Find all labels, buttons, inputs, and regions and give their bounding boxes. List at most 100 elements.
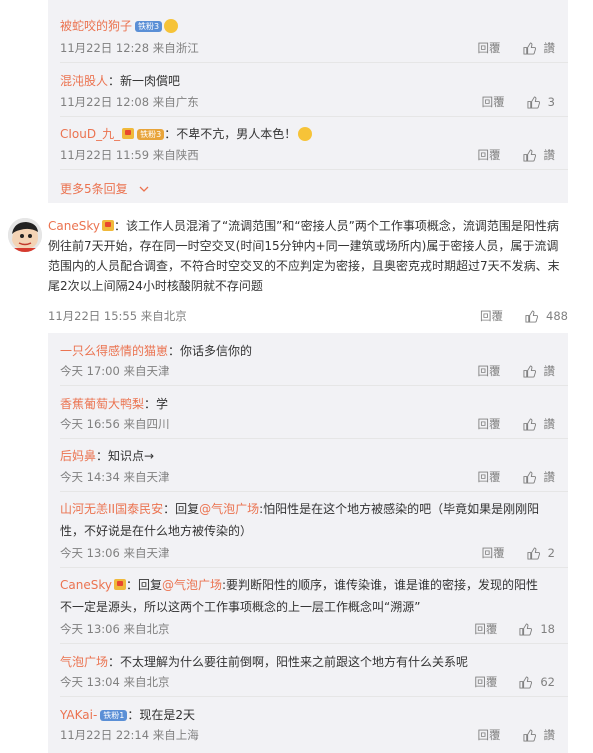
divider: [60, 491, 568, 492]
reply-button[interactable]: 回覆: [478, 469, 501, 485]
divider: [60, 696, 568, 697]
divider: [60, 169, 568, 170]
comment-body: CaneSky ：该工作人员混淆了“流调范围”和“密接人员”两个工作事项概念，流调…: [48, 216, 568, 296]
like-count: 讚: [543, 148, 556, 162]
thumbs-up-icon[interactable]: [522, 728, 536, 742]
reply-meta: 今天 17:00 来自天津: [60, 364, 170, 378]
reply-prefix: ：回复: [163, 502, 200, 516]
cartoon-avatar-icon: [8, 218, 42, 252]
avatar[interactable]: [8, 218, 42, 252]
thumbs-up-icon[interactable]: [522, 417, 536, 431]
reply-actions: 回覆 18: [474, 621, 555, 637]
reply-text: ：不太理解为什么要往前倒啊，阳性来之前跟这个地方有什么关系呢: [108, 655, 469, 669]
username[interactable]: 山河无恙II国泰民安: [60, 502, 163, 516]
reply-button[interactable]: 回覆: [482, 545, 505, 561]
username[interactable]: CIouD_九_: [60, 127, 120, 141]
like-count: 62: [540, 675, 555, 689]
reply-meta: 今天 13:04 来自北京: [60, 675, 170, 689]
reply-header: 被蛇咬的狗子 铁粉3: [60, 17, 179, 34]
laugh-emoji-icon: [298, 127, 313, 141]
reply-text: ：知识点→: [96, 449, 155, 463]
chevron-down-icon: [140, 186, 149, 192]
username[interactable]: 混沌股人: [60, 74, 108, 88]
username[interactable]: 香蕉葡萄大鸭梨: [60, 397, 144, 411]
divider: [60, 438, 568, 439]
reply-meta: 今天 16:56 来自四川: [60, 417, 170, 431]
reply-button[interactable]: 回覆: [478, 416, 501, 432]
dog-emoji-icon: [164, 19, 179, 33]
thumbs-up-icon[interactable]: [519, 622, 533, 636]
reply-meta: 11月22日 22:14 来自上海: [60, 728, 199, 742]
reply-button[interactable]: 回覆: [482, 94, 505, 110]
reply-body: CaneSky ：回复@气泡广场:要判断阳性的顺序，谁传染谁，谁是谁的密接，发现的…: [60, 574, 550, 618]
reply-header: 一只么得感情的猫崽：你话多信你的: [60, 342, 252, 359]
reply-button[interactable]: 回覆: [478, 363, 501, 379]
divider: [60, 62, 568, 63]
divider: [60, 116, 568, 117]
reply-header: 后妈鼻：知识点→: [60, 447, 154, 464]
like-count: 2: [547, 546, 555, 560]
thumbs-up-icon[interactable]: [519, 675, 533, 689]
reply-actions: 回覆 讚: [478, 363, 556, 379]
like-count: 讚: [543, 364, 556, 378]
username[interactable]: 气泡广场: [60, 655, 108, 669]
reply-header: 香蕉葡萄大鸭梨：学: [60, 395, 168, 412]
reply-button[interactable]: 回覆: [478, 727, 501, 743]
fan-badge: 铁粉3: [137, 129, 165, 140]
thumbs-up-icon[interactable]: [522, 364, 536, 378]
reply-meta: 今天 13:06 来自北京: [60, 622, 170, 636]
like-count: 讚: [543, 41, 556, 55]
reply-button[interactable]: 回覆: [474, 621, 497, 637]
reply-header: 混沌股人：新一肉償吧: [60, 72, 180, 89]
username[interactable]: CaneSky: [48, 219, 100, 233]
fan-badge: 铁粉3: [135, 21, 163, 32]
reply-meta: 11月22日 11:59 来自陕西: [60, 148, 199, 162]
more-replies-link[interactable]: 更多5条回复: [60, 180, 149, 197]
thumbs-up-icon[interactable]: [527, 546, 540, 560]
reply-text: ：现在是2天: [127, 708, 196, 722]
comment-actions: 回覆 488: [480, 308, 568, 324]
reply-button[interactable]: 回覆: [478, 40, 501, 56]
reply-button[interactable]: 回覆: [478, 147, 501, 163]
reply-header: YAKai- 铁粉1 ：现在是2天: [60, 706, 195, 723]
like-count: 讚: [543, 417, 556, 431]
username[interactable]: 后妈鼻: [60, 449, 96, 463]
reply-actions: 回覆 62: [474, 674, 555, 690]
reply-header: 气泡广场：不太理解为什么要往前倒啊，阳性来之前跟这个地方有什么关系呢: [60, 653, 468, 670]
reply-prefix: ：回复: [125, 578, 162, 592]
username[interactable]: CaneSky: [60, 578, 112, 592]
mention-link[interactable]: @气泡广场: [162, 578, 222, 592]
reply-button[interactable]: 回覆: [480, 308, 503, 324]
username[interactable]: 一只么得感情的猫崽: [60, 344, 168, 358]
like-count: 18: [540, 622, 555, 636]
reply-actions: 回覆 讚: [478, 416, 556, 432]
thumbs-up-icon[interactable]: [525, 309, 539, 323]
reply-actions: 回覆 讚: [478, 727, 556, 743]
divider: [60, 385, 568, 386]
reply-text: ：学: [144, 397, 169, 411]
vip-crown-icon: [101, 220, 114, 231]
divider: [60, 643, 568, 644]
reply-meta: 今天 14:34 来自天津: [60, 470, 170, 484]
reply-button[interactable]: 回覆: [474, 674, 497, 690]
thumbs-up-icon[interactable]: [522, 470, 536, 484]
reply-actions: 回覆 讚: [478, 469, 556, 485]
divider: [60, 567, 568, 568]
reply-actions: 回覆 2: [482, 545, 555, 561]
reply-meta: 11月22日 12:08 来自广东: [60, 95, 199, 109]
like-count: 3: [547, 95, 555, 109]
reply-actions: 回覆 讚: [478, 40, 556, 56]
reply-header: CIouD_九_ 铁粉3 ：不卑不亢，男人本色！: [60, 125, 313, 142]
like-count: 488: [546, 309, 568, 323]
username[interactable]: 被蛇咬的狗子: [60, 19, 132, 33]
comment-text: ：该工作人员混淆了“流调范围”和“密接人员”两个工作事项概念，流调范围是阳性病例…: [48, 219, 560, 293]
thumbs-up-icon[interactable]: [522, 148, 536, 162]
vip-crown-icon: [122, 128, 135, 139]
username[interactable]: YAKai-: [60, 708, 97, 722]
thumbs-up-icon[interactable]: [522, 41, 536, 55]
thumbs-up-icon[interactable]: [527, 95, 540, 109]
mention-link[interactable]: @气泡广场: [199, 502, 259, 516]
vip-crown-icon: [113, 579, 126, 590]
fan-badge: 铁粉1: [100, 710, 128, 721]
reply-body: 山河无恙II国泰民安：回复@气泡广场:怕阳性是在这个地方被感染的吧（毕竟如果是刚…: [60, 498, 550, 542]
